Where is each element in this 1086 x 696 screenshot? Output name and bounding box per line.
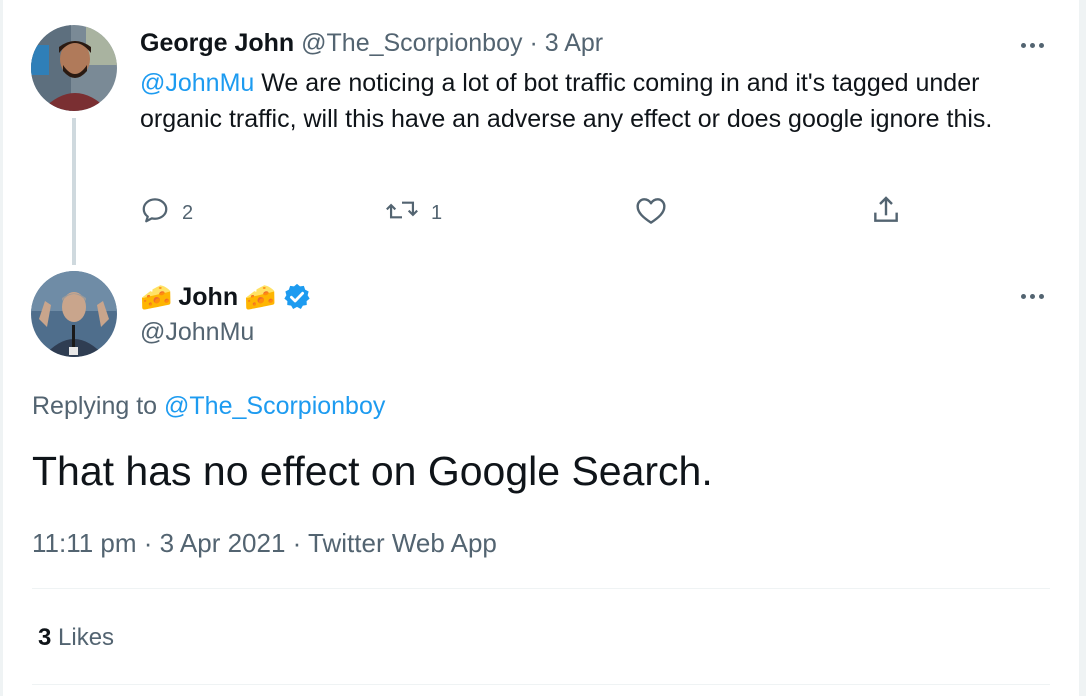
header-separator: ·	[529, 29, 538, 57]
verified-badge-icon	[282, 282, 312, 312]
divider	[32, 588, 1050, 589]
replying-to-line: Replying to @The_Scorpionboy	[32, 390, 385, 422]
parent-author-name[interactable]: George John	[140, 29, 294, 57]
parent-mention-link[interactable]: @JohnMu	[140, 69, 254, 97]
left-frame-border	[0, 0, 3, 696]
replying-to-label: Replying to	[32, 392, 158, 420]
retweet-icon	[385, 195, 419, 231]
main-more-options-icon[interactable]	[1015, 281, 1049, 311]
parent-tweet-body: We are noticing a lot of bot traffic com…	[140, 69, 993, 133]
main-tweet-avatar[interactable]	[31, 271, 117, 357]
tweet-timestamp[interactable]: 11:11 pm · 3 Apr 2021 · Twitter Web App	[32, 526, 497, 560]
main-tweet-text: That has no effect on Google Search.	[32, 448, 713, 494]
cheese-emoji-icon: 🧀	[244, 282, 277, 312]
parent-tweet-text: @JohnMu We are noticing a lot of bot tra…	[140, 65, 1060, 137]
divider	[32, 684, 1050, 685]
retweet-count: 1	[431, 201, 443, 224]
share-button[interactable]	[870, 196, 902, 230]
parent-author-handle[interactable]: @The_Scorpionboy	[301, 29, 522, 57]
retweet-button[interactable]: 1	[385, 196, 442, 230]
main-author-name-row[interactable]: 🧀 John 🧀	[140, 280, 312, 314]
main-author-name[interactable]: John	[178, 283, 238, 312]
likes-count: 3	[38, 624, 52, 651]
like-button[interactable]	[635, 196, 667, 230]
parent-more-options-icon[interactable]	[1015, 30, 1049, 60]
likes-count-link[interactable]: 3 Likes	[38, 622, 114, 654]
parent-tweet-header: George John @The_Scorpionboy · 3 Apr	[140, 28, 603, 58]
reply-count: 2	[182, 201, 194, 224]
main-author-handle[interactable]: @JohnMu	[140, 316, 254, 348]
heart-icon	[635, 195, 667, 231]
reply-button[interactable]: 2	[140, 196, 193, 230]
replying-to-mention-link[interactable]: @The_Scorpionboy	[164, 392, 385, 420]
share-icon	[870, 194, 902, 232]
thread-connector-line	[72, 118, 76, 265]
reply-icon	[140, 195, 170, 231]
parent-tweet-avatar[interactable]	[31, 25, 117, 111]
cheese-emoji-icon: 🧀	[140, 282, 173, 312]
parent-tweet-date[interactable]: 3 Apr	[545, 29, 603, 57]
right-frame-border	[1079, 0, 1086, 696]
likes-label: Likes	[58, 624, 115, 651]
